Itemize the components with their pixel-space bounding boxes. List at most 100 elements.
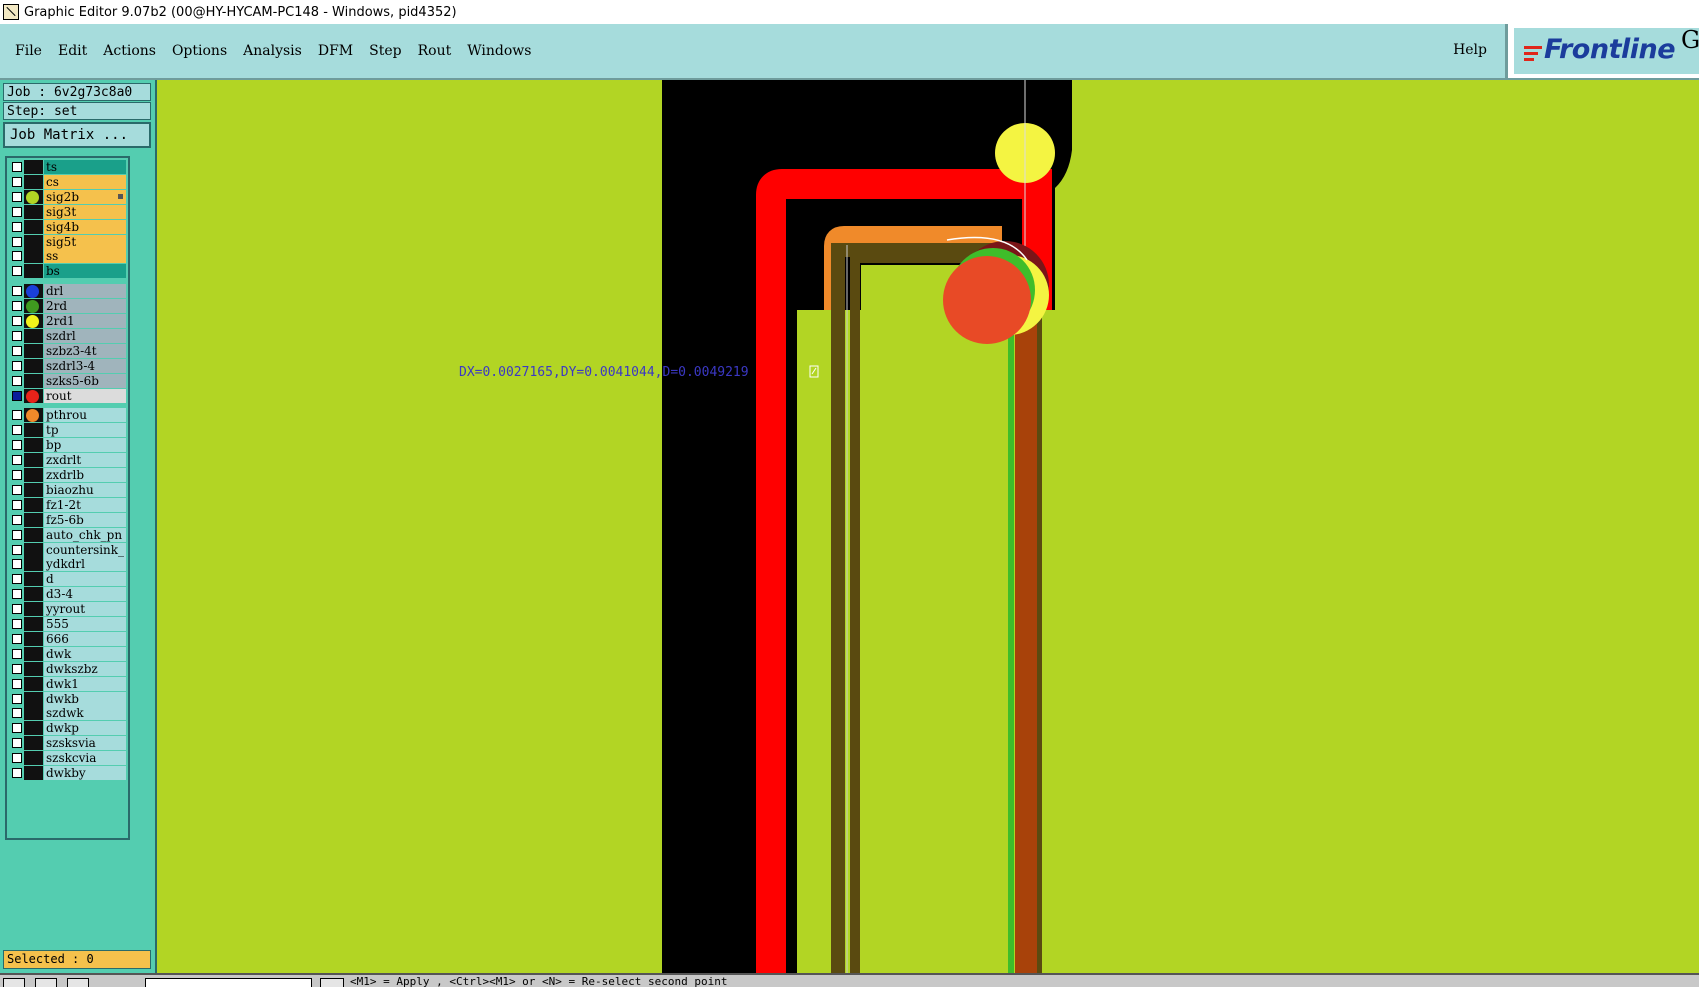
layer-name[interactable]: yyrout bbox=[44, 602, 126, 617]
layer-checkbox[interactable] bbox=[12, 206, 22, 217]
layer-name[interactable]: dwkby bbox=[44, 766, 126, 780]
layer-checkbox[interactable] bbox=[12, 678, 22, 689]
layer-color-slot[interactable] bbox=[24, 497, 43, 512]
layer-color-slot[interactable] bbox=[24, 661, 43, 676]
layer-color-slot[interactable] bbox=[24, 706, 43, 721]
layer-checkbox[interactable] bbox=[12, 604, 22, 615]
pcb-view[interactable] bbox=[157, 80, 1699, 973]
layer-row[interactable]: cs bbox=[9, 174, 126, 189]
layer-name[interactable]: d bbox=[44, 572, 126, 587]
layer-color-slot[interactable] bbox=[24, 204, 43, 219]
layer-checkbox[interactable] bbox=[12, 470, 22, 480]
layer-checkbox[interactable] bbox=[12, 738, 22, 749]
layer-checkbox[interactable] bbox=[12, 693, 22, 704]
layer-color-slot[interactable] bbox=[24, 358, 43, 373]
menu-analysis[interactable]: Analysis bbox=[243, 43, 302, 59]
layer-color-slot[interactable] bbox=[24, 343, 43, 358]
layer-checkbox[interactable] bbox=[12, 559, 22, 570]
layer-checkbox[interactable] bbox=[12, 191, 22, 202]
layer-row[interactable]: szdrl bbox=[9, 328, 126, 343]
layer-checkbox[interactable] bbox=[12, 360, 22, 371]
layer-name[interactable]: 666 bbox=[44, 631, 126, 646]
layer-color-slot[interactable] bbox=[24, 512, 43, 527]
layer-row[interactable]: dwkb bbox=[9, 691, 126, 706]
layer-name[interactable]: 2rd bbox=[44, 299, 126, 314]
layer-row[interactable]: ydkdrl bbox=[9, 557, 126, 572]
layer-checkbox[interactable] bbox=[12, 176, 22, 187]
layer-color-slot[interactable] bbox=[24, 453, 43, 468]
menu-dfm[interactable]: DFM bbox=[318, 43, 353, 59]
layer-checkbox[interactable] bbox=[12, 301, 22, 312]
layer-color-slot[interactable] bbox=[24, 234, 43, 249]
menu-windows[interactable]: Windows bbox=[467, 43, 531, 59]
layer-row[interactable]: fz1-2t bbox=[9, 497, 126, 512]
layer-row[interactable]: zxdrlb bbox=[9, 468, 126, 482]
layer-name[interactable]: dwkszbz bbox=[44, 661, 126, 676]
status-button-1[interactable] bbox=[3, 978, 25, 987]
layer-name[interactable]: sig4b bbox=[44, 219, 126, 234]
layer-name[interactable]: 2rd1 bbox=[44, 314, 126, 328]
layer-checkbox[interactable] bbox=[12, 390, 22, 401]
graphic-canvas[interactable]: DX=0.0027165,DY=0.0041044,D=0.0049219 bbox=[155, 80, 1699, 973]
layer-row[interactable]: countersink_ bbox=[9, 542, 126, 557]
menu-file[interactable]: File bbox=[15, 43, 42, 59]
layer-checkbox[interactable] bbox=[12, 484, 22, 495]
layer-color-slot[interactable] bbox=[24, 602, 43, 617]
layer-name[interactable]: fz5-6b bbox=[44, 512, 126, 527]
layer-name[interactable]: szdrl3-4 bbox=[44, 358, 126, 373]
layer-row[interactable]: zxdrlt bbox=[9, 453, 126, 468]
layer-color-slot[interactable] bbox=[24, 587, 43, 602]
layer-name[interactable]: ydkdrl bbox=[44, 557, 126, 572]
layer-row[interactable]: biaozhu bbox=[9, 482, 126, 497]
layer-color-slot[interactable] bbox=[24, 542, 43, 557]
layer-checkbox[interactable] bbox=[12, 589, 22, 600]
layer-name[interactable]: sig3t bbox=[44, 204, 126, 219]
layer-name[interactable]: d3-4 bbox=[44, 587, 126, 602]
layer-row[interactable]: d3-4 bbox=[9, 587, 126, 602]
layer-name[interactable]: szbz3-4t bbox=[44, 343, 126, 358]
layer-color-slot[interactable] bbox=[24, 482, 43, 497]
layer-name[interactable]: countersink_ bbox=[44, 542, 126, 557]
layer-color-slot[interactable] bbox=[24, 174, 43, 189]
layer-checkbox[interactable] bbox=[12, 221, 22, 232]
layer-row[interactable]: dwkby bbox=[9, 766, 126, 780]
layer-checkbox[interactable] bbox=[12, 723, 22, 734]
layer-color-slot[interactable] bbox=[24, 249, 43, 264]
layer-checkbox[interactable] bbox=[12, 316, 22, 326]
layer-color-slot[interactable] bbox=[24, 691, 43, 706]
layer-row[interactable]: 555 bbox=[9, 617, 126, 631]
layer-checkbox[interactable] bbox=[12, 574, 22, 585]
layer-name[interactable]: drl bbox=[44, 284, 126, 299]
layer-row[interactable]: szdwk bbox=[9, 706, 126, 721]
layer-color-slot[interactable] bbox=[24, 468, 43, 482]
layer-name[interactable]: auto_chk_pn bbox=[44, 527, 126, 542]
layer-color-slot[interactable] bbox=[24, 572, 43, 587]
layer-row[interactable]: pthrou bbox=[9, 408, 126, 423]
layer-checkbox[interactable] bbox=[12, 619, 22, 629]
layer-color-slot[interactable] bbox=[24, 438, 43, 453]
layer-color-slot[interactable] bbox=[24, 373, 43, 388]
layer-name[interactable]: szdwk bbox=[44, 706, 126, 721]
layer-checkbox[interactable] bbox=[12, 753, 22, 764]
menu-step[interactable]: Step bbox=[369, 43, 401, 59]
layer-name[interactable]: szsksvia bbox=[44, 736, 126, 751]
layer-name[interactable]: cs bbox=[44, 174, 126, 189]
layer-row[interactable]: szskcvia bbox=[9, 751, 126, 766]
layer-color-slot[interactable] bbox=[24, 721, 43, 736]
layer-name[interactable]: 555 bbox=[44, 617, 126, 631]
layer-row[interactable]: sig5t bbox=[9, 234, 126, 249]
status-input[interactable] bbox=[145, 978, 312, 987]
layer-name[interactable]: dwk1 bbox=[44, 676, 126, 691]
layer-name[interactable]: biaozhu bbox=[44, 482, 126, 497]
layer-checkbox[interactable] bbox=[12, 499, 22, 510]
layer-name[interactable]: dwkb bbox=[44, 691, 126, 706]
layer-name[interactable]: pthrou bbox=[44, 408, 126, 423]
layer-name[interactable]: bp bbox=[44, 438, 126, 453]
layer-name[interactable]: zxdrlb bbox=[44, 468, 126, 482]
layer-row[interactable]: sig4b bbox=[9, 219, 126, 234]
layer-checkbox[interactable] bbox=[12, 440, 22, 451]
layer-color-slot[interactable] bbox=[24, 751, 43, 766]
layer-checkbox[interactable] bbox=[12, 266, 22, 277]
layer-row[interactable]: dwk bbox=[9, 646, 126, 661]
layer-checkbox[interactable] bbox=[12, 286, 22, 297]
